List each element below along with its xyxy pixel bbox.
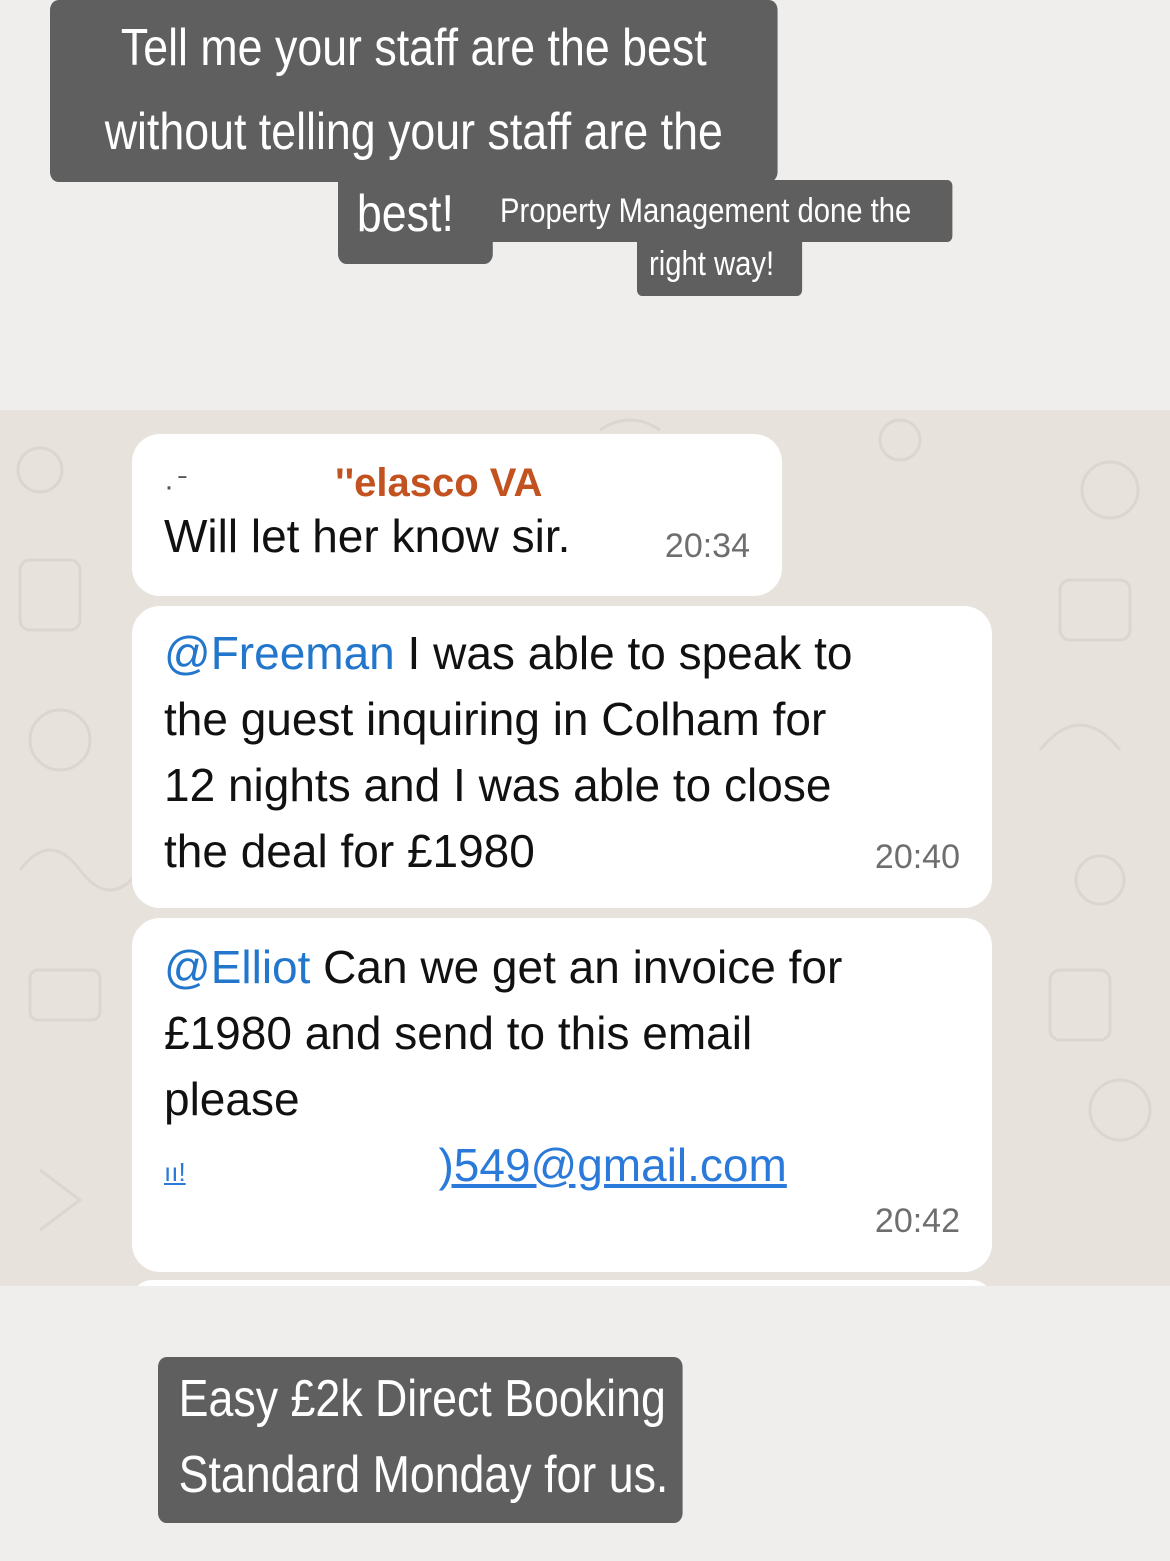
message-line-1: @Elliot Can we get an invoice for	[164, 934, 960, 1000]
caption-subtitle-box: Property Management done the	[488, 180, 953, 242]
caption-subtitle-line1: Property Management done the	[500, 192, 912, 230]
message-time: 20:42	[874, 1202, 960, 1240]
mention-freeman[interactable]: @Freeman	[164, 627, 395, 679]
message-line-3: please	[164, 1073, 300, 1125]
message-line-4: the deal for £1980	[164, 825, 535, 877]
caption-title-box: Tell me your staff are the best without …	[50, 0, 778, 182]
caption-bottom-box: Easy £2k Direct Booking Standard Monday …	[158, 1357, 683, 1523]
caption-bottom-line2: Standard Monday for us.	[178, 1446, 669, 1504]
caption-subtitle-line2: right way!	[649, 245, 775, 283]
message-time: 20:34	[664, 527, 750, 565]
message-time: 20:40	[874, 838, 960, 876]
sender-prefix: · ̄	[164, 470, 183, 503]
chat-message-2: @Freeman I was able to speak to the gues…	[132, 606, 992, 908]
message-text: I was able to speak to	[394, 627, 853, 679]
message-text: Will let her know sir.	[164, 510, 571, 562]
caption-bottom-line1: Easy £2k Direct Booking	[178, 1370, 666, 1428]
message-sender: · ̄ ''elasco VA	[164, 450, 750, 506]
email-link[interactable]: )549@gmail.com	[438, 1139, 786, 1191]
message-text: Can we get an invoice for	[310, 941, 843, 993]
chat-message-1: · ̄ ''elasco VA Will let her know sir. 2…	[132, 434, 782, 596]
chat-message-partial	[132, 1280, 992, 1286]
message-line-2: the guest inquiring in Colham for	[164, 693, 827, 745]
email-line: ıı! )549@gmail.com	[164, 1132, 960, 1205]
caption-title-line3: best!	[356, 185, 454, 243]
message-line-1: @Freeman I was able to speak to	[164, 620, 960, 686]
message-line-2: £1980 and send to this email	[164, 1007, 753, 1059]
caption-title-line3-box: best!	[338, 172, 493, 264]
caption-title-line2: without telling your staff are the	[104, 103, 723, 161]
email-link-prefix[interactable]: ıı!	[164, 1157, 186, 1187]
chat-screenshot: · ̄ ''elasco VA Will let her know sir. 2…	[0, 410, 1170, 1286]
sender-name: ''elasco VA	[335, 461, 543, 505]
caption-subtitle-line2-box: right way!	[637, 236, 803, 296]
mention-elliot[interactable]: @Elliot	[164, 941, 310, 993]
caption-title-line1: Tell me your staff are the best	[120, 19, 707, 77]
chat-message-3: @Elliot Can we get an invoice for £1980 …	[132, 918, 992, 1272]
message-line-3: 12 nights and I was able to close	[164, 759, 832, 811]
